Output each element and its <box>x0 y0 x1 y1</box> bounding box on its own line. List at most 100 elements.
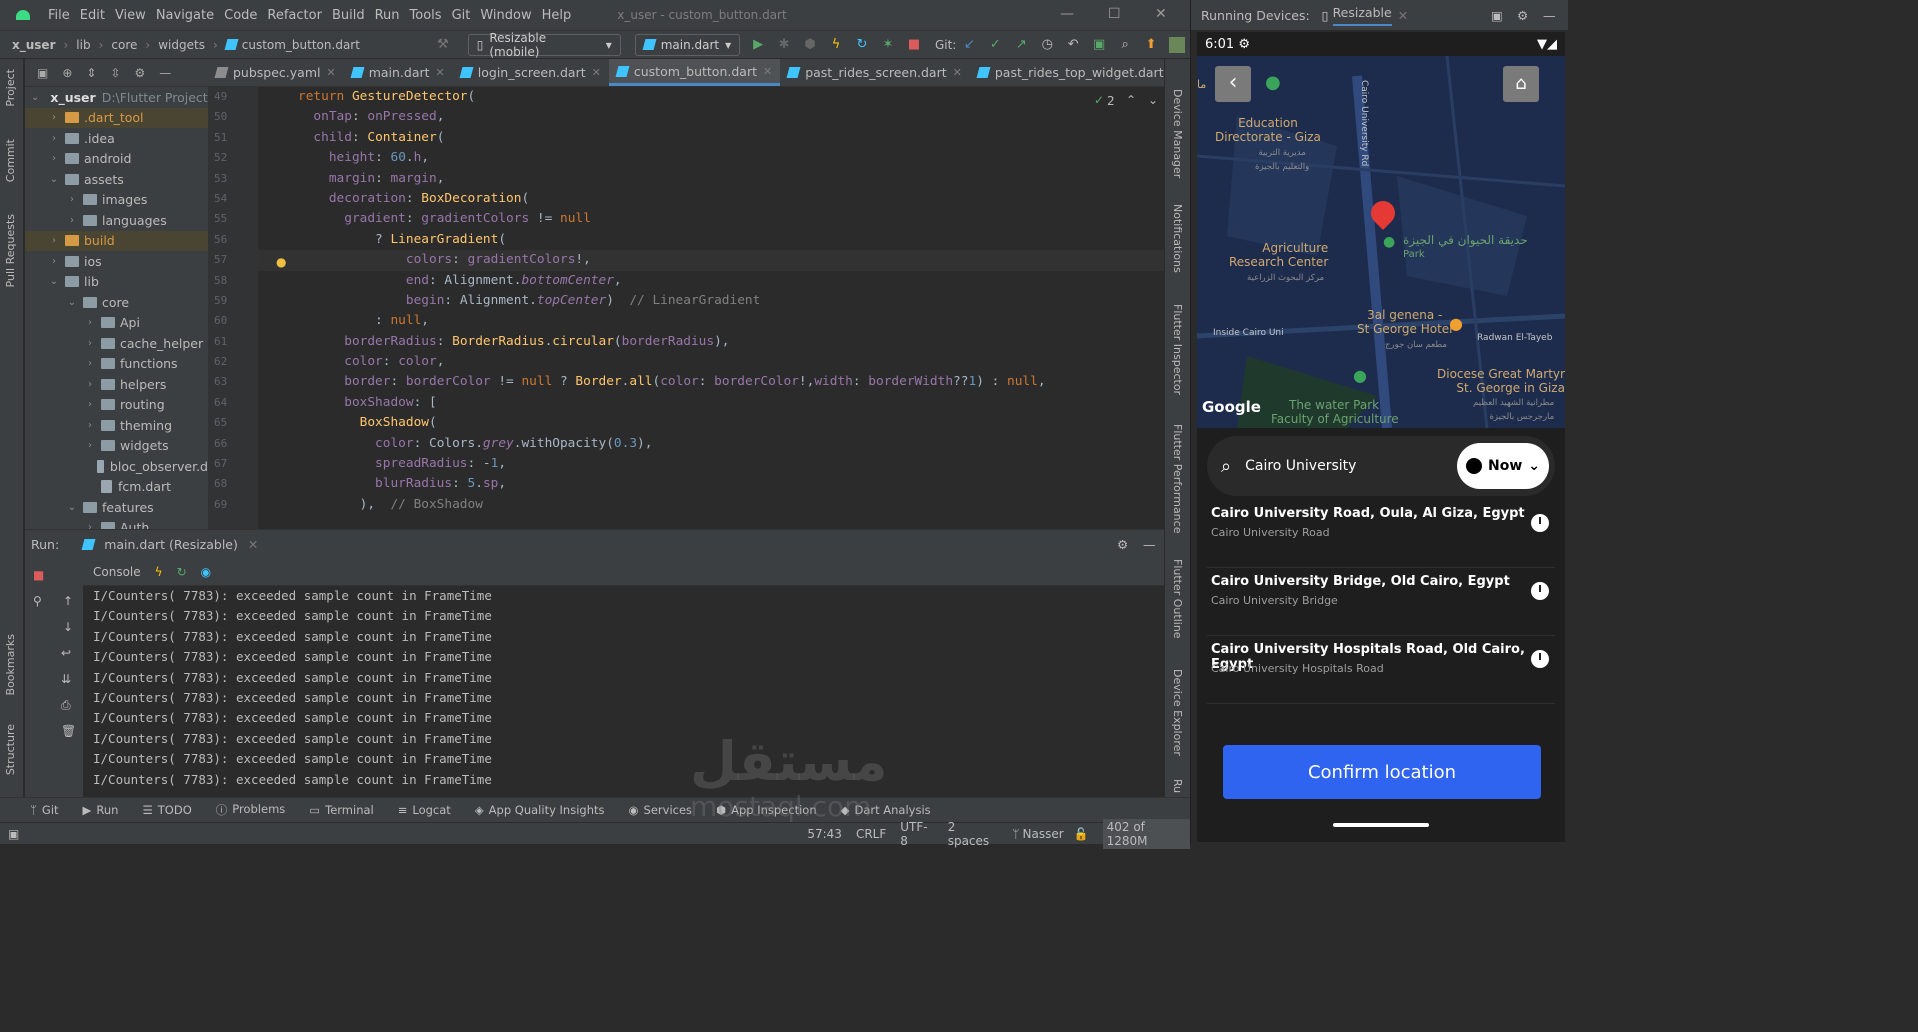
tool-project[interactable]: Project <box>4 69 17 107</box>
tool-commit[interactable]: Commit <box>4 139 17 182</box>
menu-refactor[interactable]: Refactor <box>267 8 322 23</box>
hide-icon[interactable]: — <box>1143 537 1156 552</box>
console-output[interactable]: I/Counters( 7783): exceeded sample count… <box>83 586 1164 798</box>
soft-wrap-icon[interactable]: ↩ <box>61 646 71 660</box>
hide-icon[interactable]: — <box>159 66 171 80</box>
editor-tab[interactable]: past_rides_screen.dart ✕ <box>780 59 970 86</box>
layout-icon[interactable]: ▣ <box>8 827 19 841</box>
close-icon[interactable]: ✕ <box>953 66 962 79</box>
menu-view[interactable]: View <box>115 8 146 23</box>
confirm-location-button[interactable]: Confirm location <box>1223 745 1541 799</box>
editor-tab[interactable]: past_rides_top_widget.dart✕ <box>970 59 1187 86</box>
tree-item[interactable]: › images <box>25 190 208 211</box>
collapse-icon[interactable]: ⇳ <box>110 66 120 80</box>
bottom-tab[interactable]: ◈ App Quality Insights <box>475 803 605 817</box>
hot-restart-icon[interactable]: ↻ <box>854 37 870 53</box>
hot-reload-icon[interactable]: ϟ <box>828 37 844 53</box>
close-icon[interactable]: ✕ <box>763 65 772 78</box>
bottom-tab[interactable]: ≡ Logcat <box>398 803 451 817</box>
tool-flutter-inspector[interactable]: Flutter Inspector <box>1171 304 1184 395</box>
device-selector[interactable]: ▯ Resizable (mobile) ▾ <box>467 31 621 59</box>
result-item[interactable]: Cairo University Road, Oula, Al Giza, Eg… <box>1207 500 1555 568</box>
file-encoding[interactable]: UTF-8 <box>900 820 933 848</box>
tree-item[interactable]: fcm.dart <box>25 477 208 498</box>
pin-icon[interactable]: ⚲ <box>33 594 42 608</box>
tree-item[interactable]: › ios <box>25 251 208 272</box>
rollback-icon[interactable]: ↶ <box>1065 37 1081 53</box>
bulb-icon[interactable]: ● <box>276 255 286 269</box>
breadcrumb-widgets[interactable]: widgets <box>158 38 205 52</box>
hot-reload-icon[interactable]: ϟ <box>155 565 163 579</box>
run-config-selector[interactable]: main.dart ▾ <box>634 33 741 56</box>
tool-device-manager[interactable]: Device Manager <box>1171 89 1184 178</box>
stop-icon[interactable]: ■ <box>33 568 44 582</box>
editor-tab[interactable]: pubspec.yaml ✕ <box>208 59 344 86</box>
devtools-icon[interactable]: ◉ <box>201 565 211 579</box>
code-area[interactable]: return GestureDetector( onTap: onPressed… <box>258 87 1164 529</box>
tree-item[interactable]: › .dart_tool <box>25 107 208 128</box>
arrow-up-icon[interactable]: ↑ <box>63 594 73 608</box>
bottom-tab[interactable]: ᛘ Git <box>30 803 59 817</box>
breadcrumb-lib[interactable]: lib <box>76 38 90 52</box>
hide-icon[interactable]: — <box>1543 8 1556 23</box>
chevron-up-icon[interactable]: ⌃ <box>1126 93 1136 107</box>
avatar[interactable] <box>1169 36 1186 53</box>
hammer-icon[interactable]: ⚒ <box>435 37 451 53</box>
menu-edit[interactable]: Edit <box>80 8 105 23</box>
phone-screen[interactable]: 6:01 ⚙ ▼◢ ‹ ⌂ ما ● Education Directorate… <box>1197 32 1565 842</box>
search-box[interactable]: ⌕ Cairo University Now ⌄ <box>1207 436 1555 496</box>
git-commit-icon[interactable]: ✓ <box>987 37 1003 53</box>
back-button[interactable]: ‹ <box>1215 66 1251 102</box>
tree-item[interactable]: › .idea <box>25 128 208 149</box>
tree-item[interactable]: › routing <box>25 395 208 416</box>
menu-file[interactable]: File <box>48 8 70 23</box>
tool-notifications[interactable]: Notifications <box>1171 204 1184 273</box>
locate-icon[interactable]: ⊕ <box>62 66 72 80</box>
device-manager-icon[interactable]: ▣ <box>1091 37 1107 53</box>
console-tab[interactable]: Console <box>93 565 141 579</box>
tree-item[interactable]: bloc_observer.d <box>25 456 208 477</box>
breadcrumb-file[interactable]: custom_button.dart <box>242 38 360 52</box>
tool-device-explorer[interactable]: Device Explorer <box>1171 669 1184 756</box>
close-icon[interactable]: ✕ <box>248 537 258 552</box>
tree-item[interactable]: › helpers <box>25 374 208 395</box>
bottom-tab[interactable]: ▭ Terminal <box>309 803 373 817</box>
memory-indicator[interactable]: 402 of 1280M <box>1102 818 1190 849</box>
line-endings[interactable]: CRLF <box>856 827 886 841</box>
tool-structure[interactable]: Structure <box>4 724 17 775</box>
map-view[interactable]: ‹ ⌂ ما ● Education Directorate - Giza مد… <box>1197 56 1565 428</box>
tree-item[interactable]: › widgets <box>25 436 208 457</box>
close-icon[interactable]: ✕ <box>1155 6 1167 22</box>
menu-git[interactable]: Git <box>452 8 471 23</box>
tree-root[interactable]: ⌄ x_user D:\Flutter Projects <box>25 87 208 108</box>
inspection-check-icon[interactable]: ✓ <box>1094 93 1104 107</box>
device-tab[interactable]: Resizable <box>1332 5 1392 26</box>
gear-icon[interactable]: ⚙ <box>1517 8 1528 23</box>
tree-item[interactable]: › Auth <box>25 518 208 529</box>
debug-icon[interactable]: ✱ <box>776 37 792 53</box>
tree-item[interactable]: ⌄ core <box>25 292 208 313</box>
update-icon[interactable]: ⬆ <box>1143 37 1159 53</box>
chevron-down-icon[interactable]: ⌄ <box>1148 93 1158 107</box>
history-icon[interactable]: ◷ <box>1039 37 1055 53</box>
bottom-tab[interactable]: ▶ Run <box>83 803 119 817</box>
minimize-icon[interactable]: — <box>1060 6 1074 22</box>
close-icon[interactable]: ✕ <box>436 66 445 79</box>
print-icon[interactable]: ⎙ <box>61 698 71 713</box>
run-config-tab[interactable]: main.dart (Resizable) <box>104 537 238 552</box>
result-item[interactable]: Cairo University Bridge, Old Cairo, Egyp… <box>1207 568 1555 636</box>
hot-restart-icon[interactable]: ↻ <box>177 565 187 579</box>
result-item[interactable]: Cairo University Hospitals Road, Old Cai… <box>1207 636 1555 704</box>
panel-icon[interactable]: ▣ <box>37 66 48 80</box>
window-mode-icon[interactable]: ▣ <box>1491 8 1503 23</box>
attach-icon[interactable]: ⬢ <box>802 37 818 53</box>
tree-item[interactable]: ⌄ lib <box>25 272 208 293</box>
editor-tab[interactable]: login_screen.dart ✕ <box>453 59 609 86</box>
tree-item[interactable]: › cache_helper <box>25 333 208 354</box>
tree-item[interactable]: › functions <box>25 354 208 375</box>
search-icon[interactable]: ⌕ <box>1117 37 1133 53</box>
bottom-tab[interactable]: ⓘ Problems <box>216 802 286 818</box>
tool-pull-requests[interactable]: Pull Requests <box>4 214 17 287</box>
menu-tools[interactable]: Tools <box>410 8 442 23</box>
tool-running-devices[interactable]: Ru <box>1171 779 1184 793</box>
